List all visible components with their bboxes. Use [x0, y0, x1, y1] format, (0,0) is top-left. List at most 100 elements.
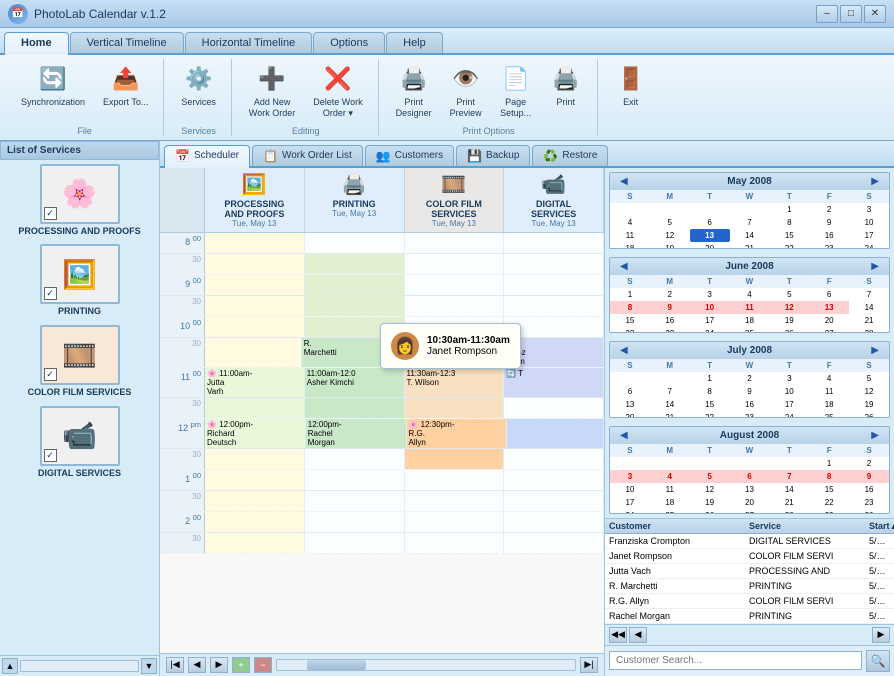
tab-customers[interactable]: 👥 Customers	[365, 145, 454, 166]
cell-print-1h[interactable]	[305, 491, 405, 511]
tab-work-order-list[interactable]: 📋 Work Order List	[252, 145, 363, 166]
customer-search-button[interactable]: 🔍	[866, 650, 890, 672]
exit-button[interactable]: 🚪 Exit	[608, 59, 654, 112]
table-row[interactable]: Jutta Vach PROCESSING AND 5/13/2008 11:0	[605, 564, 894, 579]
cell-proc-10[interactable]	[205, 317, 305, 337]
cell-color-9h[interactable]	[405, 296, 505, 316]
cell-print-11[interactable]: 11:00am-12:0Asher Kimchi	[305, 368, 405, 397]
close-button[interactable]: ✕	[864, 5, 886, 23]
left-scroll-down[interactable]: ▼	[141, 658, 157, 674]
appt-nav-prev2[interactable]: ◀	[629, 627, 647, 643]
cell-color-12[interactable]: 🌸 12:30pm-R.G.Allyn	[407, 419, 508, 448]
table-row[interactable]: R. Marchetti PRINTING 5/13/2008 8:30	[605, 579, 894, 594]
add-work-order-button[interactable]: ➕ Add NewWork Order	[242, 59, 302, 123]
cell-print-8h[interactable]	[305, 254, 405, 274]
cell-proc-1[interactable]	[205, 470, 305, 490]
cell-proc-10h[interactable]	[205, 338, 302, 367]
may-next[interactable]: ▶	[867, 176, 883, 187]
scheduler-scrollbar[interactable]	[276, 659, 576, 671]
delete-work-order-button[interactable]: ❌ Delete WorkOrder ▾	[306, 59, 369, 123]
cell-proc-12h[interactable]	[205, 449, 305, 469]
list-item[interactable]: 📹 ✓ DIGITAL SERVICES	[4, 406, 155, 479]
cell-print-12h[interactable]	[305, 449, 405, 469]
cell-print-2[interactable]	[305, 512, 405, 532]
cell-color-8[interactable]	[405, 233, 505, 253]
synchronization-button[interactable]: 🔄 Synchronization	[14, 59, 92, 112]
cell-digital-9h[interactable]	[504, 296, 604, 316]
cell-print-12[interactable]: 12:00pm-RachelMorgan	[306, 419, 407, 448]
cell-color-8h2[interactable]	[405, 254, 505, 274]
appt-nav-prev[interactable]: ◀◀	[609, 627, 627, 643]
tab-home[interactable]: Home	[4, 32, 69, 55]
nav-add[interactable]: +	[232, 657, 250, 673]
print-preview-button[interactable]: 👁️ PrintPreview	[443, 59, 489, 123]
tab-help[interactable]: Help	[386, 32, 443, 53]
cell-digital-2[interactable]	[504, 512, 604, 532]
tab-vertical-timeline[interactable]: Vertical Timeline	[70, 32, 184, 53]
july-prev[interactable]: ◀	[616, 345, 632, 356]
cell-proc-2h[interactable]	[205, 533, 305, 553]
table-row[interactable]: R.G. Allyn COLOR FILM SERVI 5/13/2008 12…	[605, 594, 894, 609]
tab-backup[interactable]: 💾 Backup	[456, 145, 530, 166]
cell-digital-9[interactable]	[504, 275, 604, 295]
cell-proc-1h[interactable]	[205, 491, 305, 511]
cell-digital-12[interactable]	[507, 419, 604, 448]
minimize-button[interactable]: –	[816, 5, 838, 23]
customer-search-input[interactable]	[609, 651, 862, 670]
printing-checkbox[interactable]: ✓	[44, 287, 57, 300]
print-designer-button[interactable]: 🖨️ PrintDesigner	[389, 59, 439, 123]
tab-restore[interactable]: ♻️ Restore	[532, 145, 608, 166]
cell-color-1[interactable]	[405, 470, 505, 490]
maximize-button[interactable]: □	[840, 5, 862, 23]
nav-first[interactable]: |◀	[166, 657, 184, 673]
list-item[interactable]: 🎞️ ✓ COLOR FILM SERVICES	[4, 325, 155, 398]
cell-proc-11h[interactable]	[205, 398, 305, 418]
tab-horizontal-timeline[interactable]: Horizontal Timeline	[185, 32, 313, 53]
cell-color-2[interactable]	[405, 512, 505, 532]
tab-options[interactable]: Options	[313, 32, 385, 53]
tab-scheduler[interactable]: 📅 Scheduler	[164, 145, 250, 168]
cell-proc-8[interactable]	[205, 233, 305, 253]
list-item[interactable]: 🌸 ✓ PROCESSING AND PROOFS	[4, 164, 155, 237]
table-row[interactable]: Rachel Morgan PRINTING 5/13/2008 12:0	[605, 609, 894, 624]
cell-color-1h[interactable]	[405, 491, 505, 511]
cell-proc-11[interactable]: 🌸 11:00am-JuttaVarh	[205, 368, 305, 397]
june-next[interactable]: ▶	[867, 261, 883, 272]
cell-proc-12[interactable]: 🌸 12:00pm-RichardDeutsch	[205, 419, 306, 448]
cell-proc-9[interactable]	[205, 275, 305, 295]
page-setup-button[interactable]: 📄 PageSetup...	[493, 59, 539, 123]
services-button[interactable]: ⚙️ Services	[174, 59, 223, 112]
cell-print-8[interactable]	[305, 233, 405, 253]
digital-checkbox[interactable]: ✓	[44, 449, 57, 462]
color-film-checkbox[interactable]: ✓	[44, 368, 57, 381]
cell-color-2h[interactable]	[405, 533, 505, 553]
cell-digital-1h[interactable]	[504, 491, 604, 511]
cell-color-9[interactable]	[405, 275, 505, 295]
cell-proc-9h[interactable]	[205, 296, 305, 316]
nav-right[interactable]: ▶|	[580, 657, 598, 673]
table-row[interactable]: Janet Rompson COLOR FILM SERVI 5/13/2008…	[605, 549, 894, 564]
table-row[interactable]: Franziska Crompton DIGITAL SERVICES 5/13…	[605, 534, 894, 549]
left-scroll-up[interactable]: ▲	[2, 658, 18, 674]
august-next[interactable]: ▶	[867, 430, 883, 441]
nav-remove[interactable]: −	[254, 657, 272, 673]
scheduler-body[interactable]: 8 00 30	[160, 233, 604, 653]
cell-digital-2h[interactable]	[504, 533, 604, 553]
export-to-button[interactable]: 📤 Export To...	[96, 59, 155, 112]
cell-digital-1[interactable]	[504, 470, 604, 490]
cell-proc-8h[interactable]	[205, 254, 305, 274]
july-next[interactable]: ▶	[867, 345, 883, 356]
may-prev[interactable]: ◀	[616, 176, 632, 187]
cell-digital-11h[interactable]	[504, 398, 604, 418]
cell-print-11h[interactable]	[305, 398, 405, 418]
cell-color-11h[interactable]	[405, 398, 505, 418]
june-prev[interactable]: ◀	[616, 261, 632, 272]
cell-print-9h[interactable]	[305, 296, 405, 316]
cell-proc-2[interactable]	[205, 512, 305, 532]
cell-print-2h[interactable]	[305, 533, 405, 553]
appt-scroll-up[interactable]: ▲	[890, 521, 894, 531]
appt-nav-next[interactable]: ▶	[872, 627, 890, 643]
cell-color-11[interactable]: 11:30am-12:3T. Wilson	[405, 368, 505, 397]
cell-print-1[interactable]	[305, 470, 405, 490]
cell-digital-8h[interactable]	[504, 254, 604, 274]
